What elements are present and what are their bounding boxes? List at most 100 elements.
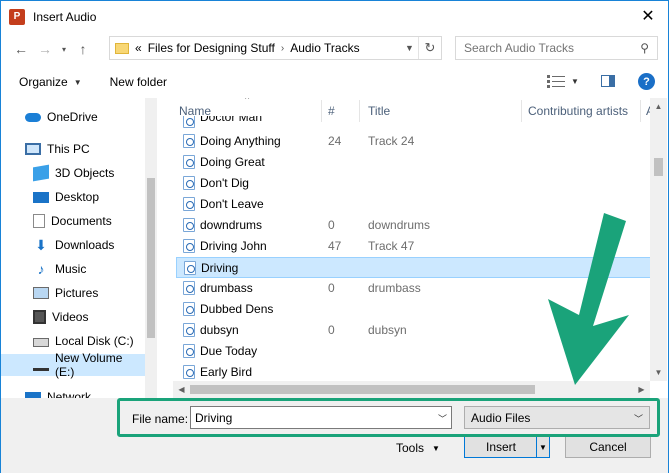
insert-button[interactable]: Insert ▼: [464, 436, 550, 458]
list-item[interactable]: drumbass 0 drumbass: [176, 278, 653, 299]
organize-label: Organize: [19, 75, 68, 89]
back-button[interactable]: ←: [9, 37, 33, 61]
list-item[interactable]: Doing Anything 24 Track 24: [176, 131, 653, 152]
sidebar-item-pictures[interactable]: Pictures: [1, 282, 145, 304]
file-name: Driving: [201, 261, 239, 275]
audio-file-icon: [184, 261, 196, 275]
music-icon: ♪: [37, 261, 45, 277]
file-name: Driving John: [200, 239, 267, 253]
chevron-down-icon: ▼: [432, 443, 440, 453]
scroll-up-icon[interactable]: ▲: [650, 98, 667, 115]
list-item[interactable]: dubsyn 0 dubsyn: [176, 320, 653, 341]
sidebar-item-music[interactable]: ♪ Music: [1, 258, 145, 280]
cancel-label: Cancel: [589, 440, 627, 454]
sidebar-item-label: 3D Objects: [55, 166, 115, 180]
close-icon: ✕: [641, 8, 655, 25]
sidebar-item-downloads[interactable]: ⬇ Downloads: [1, 234, 145, 256]
preview-pane-icon[interactable]: [601, 75, 615, 87]
cancel-button[interactable]: Cancel: [565, 436, 651, 458]
audio-file-icon: [183, 116, 195, 128]
audio-file-icon: [183, 134, 195, 148]
sidebar-item-label: Local Disk (C:): [55, 334, 134, 348]
picture-icon: [33, 287, 49, 299]
new-folder-button[interactable]: New folder: [110, 75, 167, 89]
recent-locations-button[interactable]: ▾: [57, 37, 71, 61]
list-item[interactable]: Early Bird: [176, 362, 653, 383]
sidebar-item-documents[interactable]: Documents: [1, 210, 145, 232]
chevron-right-icon[interactable]: ›: [281, 43, 284, 54]
audio-file-icon: [183, 302, 195, 316]
file-list-horizontal-scrollbar[interactable]: ◀ ▶: [173, 381, 650, 398]
arrow-up-icon: ↑: [79, 41, 87, 57]
insert-label: Insert: [485, 440, 516, 454]
change-view-button[interactable]: ▼: [547, 74, 579, 88]
sidebar-item-onedrive[interactable]: OneDrive: [1, 106, 145, 128]
list-item[interactable]: downdrums 0 downdrums: [176, 215, 653, 236]
desktop-icon: [33, 191, 49, 203]
annotation-highlight-box: [117, 398, 660, 437]
search-input[interactable]: [464, 41, 634, 55]
folder-icon: [115, 42, 129, 54]
navigation-pane: OneDrive This PC 3D Objects Desktop Docu…: [1, 98, 157, 398]
refresh-icon: ↻: [424, 40, 436, 55]
file-list: Name ^ # Title Contributing artists A Do…: [173, 98, 668, 398]
sidebar-item-new-volume-e[interactable]: New Volume (E:): [1, 351, 145, 379]
chevron-down-icon: ▼: [571, 76, 579, 86]
sidebar-scrollbar-thumb[interactable]: [147, 178, 155, 338]
address-dropdown-button[interactable]: ▼: [401, 37, 419, 59]
address-bar[interactable]: « Files for Designing Stuff › Audio Trac…: [109, 36, 442, 60]
list-item[interactable]: Doing Great: [176, 152, 653, 173]
sidebar-item-this-pc[interactable]: This PC: [1, 138, 145, 160]
sidebar-item-label: OneDrive: [47, 110, 98, 124]
refresh-button[interactable]: ↻: [421, 37, 439, 59]
up-button[interactable]: ↑: [71, 37, 95, 61]
sidebar-item-desktop[interactable]: Desktop: [1, 186, 145, 208]
help-icon[interactable]: ?: [638, 73, 655, 90]
sidebar-item-label: Desktop: [55, 190, 100, 204]
tools-button[interactable]: Tools ▼: [396, 441, 440, 455]
audio-file-icon: [183, 344, 195, 358]
vertical-scrollbar-thumb[interactable]: [654, 158, 663, 176]
scroll-left-icon[interactable]: ◀: [173, 381, 190, 398]
audio-file-icon: [183, 197, 195, 211]
close-button[interactable]: ✕: [634, 5, 662, 27]
file-name: drumbass: [200, 281, 253, 295]
breadcrumb-files-for-designing-stuff[interactable]: Files for Designing Stuff: [148, 41, 275, 55]
sort-ascending-icon: ^: [245, 98, 250, 104]
scroll-down-icon[interactable]: ▼: [650, 364, 667, 381]
insert-options-dropdown[interactable]: ▼: [536, 437, 549, 457]
list-item[interactable]: Dubbed Dens: [176, 299, 653, 320]
window-title: Insert Audio: [33, 9, 97, 24]
sidebar-scrollbar[interactable]: [145, 98, 157, 398]
list-item-selected[interactable]: Driving: [176, 257, 653, 278]
command-bar: Organize ▼ New folder ▼ ?: [1, 66, 668, 98]
chevron-down-icon: ▾: [61, 44, 66, 54]
download-icon: ⬇: [35, 237, 47, 253]
search-box[interactable]: ⚲: [455, 36, 658, 60]
sidebar-item-label: Documents: [51, 214, 112, 228]
list-item[interactable]: Driving John 47 Track 47: [176, 236, 653, 257]
list-item[interactable]: Don't Dig: [176, 173, 653, 194]
horizontal-scrollbar-thumb[interactable]: [190, 385, 535, 394]
sidebar-item-videos[interactable]: Videos: [1, 306, 145, 328]
sidebar-item-label: Videos: [52, 310, 89, 324]
audio-file-icon: [183, 281, 195, 295]
breadcrumb-audio-tracks[interactable]: Audio Tracks: [290, 41, 359, 55]
sidebar-item-3d-objects[interactable]: 3D Objects: [1, 162, 145, 184]
file-title: Track 47: [368, 239, 415, 253]
file-name: Doing Anything: [200, 134, 281, 148]
organize-button[interactable]: Organize ▼: [19, 75, 82, 89]
audio-file-icon: [183, 365, 195, 379]
forward-button[interactable]: →: [33, 37, 57, 61]
list-item[interactable]: Due Today: [176, 341, 653, 362]
breadcrumb-overflow[interactable]: «: [135, 41, 142, 55]
file-title: downdrums: [368, 218, 431, 232]
file-list-vertical-scrollbar[interactable]: ▲ ▼: [650, 98, 667, 381]
scroll-right-icon[interactable]: ▶: [633, 381, 650, 398]
new-folder-label: New folder: [109, 75, 167, 89]
audio-file-icon: [183, 218, 195, 232]
list-item[interactable]: Doctor Man: [176, 116, 653, 128]
sidebar-item-network[interactable]: Network: [1, 386, 145, 398]
sidebar-item-local-disk-c[interactable]: Local Disk (C:): [1, 330, 145, 352]
list-item[interactable]: Don't Leave: [176, 194, 653, 215]
